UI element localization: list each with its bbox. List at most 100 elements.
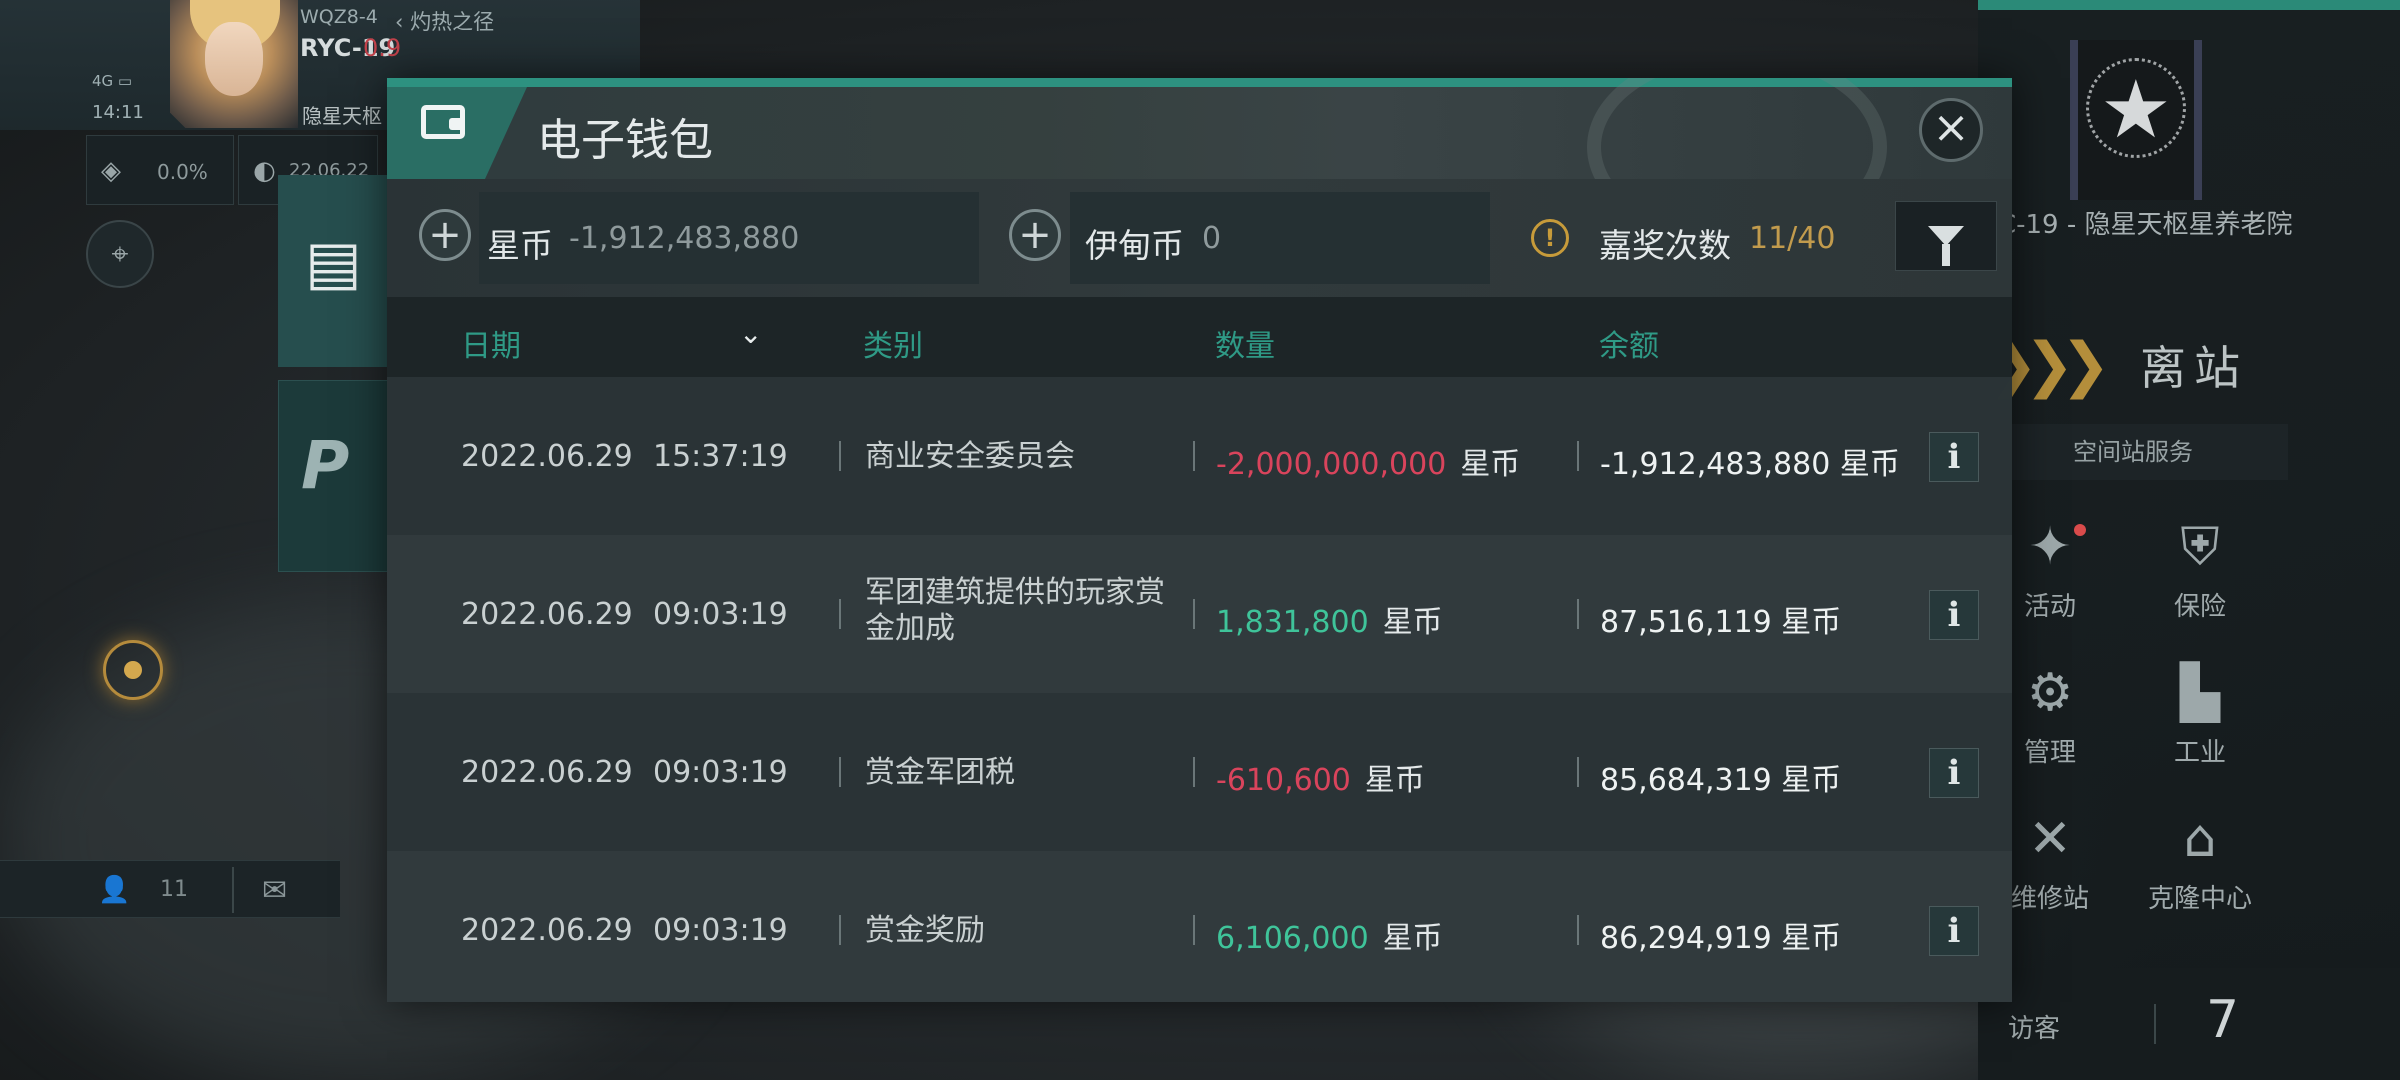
- star-coin-label: 星币: [487, 226, 553, 265]
- row-amount: 6,106,000 星币: [1216, 913, 1443, 957]
- bounty-count-value: 11/40: [1749, 221, 1836, 256]
- column-amount[interactable]: 数量: [1215, 321, 1275, 365]
- services-header: 空间站服务: [1978, 424, 2288, 480]
- factory-icon: ▙: [2180, 663, 2220, 723]
- visitors-bar[interactable]: 访客 7: [1978, 968, 2400, 1080]
- row-category: 赏金军团税: [865, 755, 1015, 790]
- table-row[interactable]: 2022.06.29 15:37:19 商业安全委员会 -2,000,000,0…: [387, 377, 2012, 535]
- clone-icon: ⌂: [2183, 809, 2217, 869]
- service-label: 工业: [2173, 738, 2226, 768]
- divider: [1577, 441, 1579, 471]
- portrait-face: [205, 22, 263, 96]
- plex-icon: P: [301, 427, 350, 504]
- orb-icon[interactable]: [103, 640, 163, 700]
- add-star-coin-button[interactable]: +: [419, 209, 471, 261]
- divider: [1193, 441, 1195, 471]
- security-status: 0.9: [363, 34, 402, 62]
- service-label: 保险: [2173, 592, 2226, 622]
- cargo-value: 0.0%: [157, 160, 208, 184]
- mail-icon[interactable]: ✉: [262, 873, 287, 908]
- planet-icon: ◐: [253, 156, 276, 186]
- eden-coin-value: 0: [1202, 221, 1222, 256]
- service-industry[interactable]: ▙ 工业: [2140, 658, 2260, 769]
- add-eden-coin-button[interactable]: +: [1009, 209, 1061, 261]
- row-time: 09:03:19: [653, 597, 788, 632]
- amount-unit: 星币: [1382, 921, 1443, 956]
- player-count: 11: [160, 877, 188, 902]
- divider: [1193, 757, 1195, 787]
- document-icon: ▤: [305, 228, 362, 298]
- wallet-window: 电子钱包 × + 星币 -1,912,483,880 + 伊甸币 0 ! 嘉奖次…: [387, 78, 2012, 1002]
- route-name[interactable]: 灼热之径: [395, 6, 494, 36]
- table-header: 日期 ⌄ 类别 数量 余额: [387, 297, 2012, 377]
- row-date: 2022.06.29: [461, 913, 633, 948]
- filter-button[interactable]: [1895, 201, 1997, 271]
- system-code[interactable]: WQZ8-4: [300, 6, 378, 28]
- cargo-icon: ◈: [101, 156, 121, 186]
- people-icon[interactable]: 👤: [98, 875, 130, 905]
- divider: [1193, 915, 1195, 945]
- tab-records[interactable]: ▤: [278, 175, 388, 367]
- visitors-label: 访客: [2008, 1014, 2061, 1044]
- info-button[interactable]: i: [1929, 590, 1979, 640]
- network-status: 4G ▭: [92, 72, 133, 90]
- hud-stat-cargo[interactable]: ◈ 0.0%: [86, 135, 234, 205]
- row-amount: -610,600 星币: [1216, 755, 1425, 799]
- info-button[interactable]: i: [1929, 748, 1979, 798]
- row-balance: -1,912,483,880 星币: [1600, 447, 1900, 482]
- bottom-left-bar: 👤 11 ✉: [0, 860, 340, 918]
- map-pin-icon[interactable]: ⌖: [86, 220, 154, 288]
- amount-value: 6,106,000: [1216, 921, 1369, 956]
- row-balance: 86,294,919 星币: [1600, 921, 1842, 956]
- divider: [839, 441, 841, 471]
- service-clone[interactable]: ⌂ 克隆中心: [2140, 804, 2260, 915]
- sort-chevron-icon[interactable]: ⌄: [739, 317, 762, 350]
- column-category[interactable]: 类别: [863, 321, 923, 365]
- tab-plex[interactable]: P: [278, 380, 388, 572]
- row-time: 09:03:19: [653, 755, 788, 790]
- amount-unit: 星币: [1364, 763, 1425, 798]
- station-name: YC-19 - 隐星天枢星养老院: [1983, 210, 2293, 240]
- wallet-icon: [421, 105, 465, 139]
- star-coin-value: -1,912,483,880: [569, 221, 800, 256]
- column-date[interactable]: 日期: [461, 321, 521, 365]
- row-category: 军团建筑提供的玩家赏金加成: [865, 575, 1165, 646]
- row-balance: 87,516,119 星币: [1600, 605, 1842, 640]
- info-button[interactable]: i: [1929, 432, 1979, 482]
- notification-dot: [2074, 524, 2086, 536]
- table-row[interactable]: 2022.06.29 09:03:19 军团建筑提供的玩家赏金加成 1,831,…: [387, 535, 2012, 693]
- row-date: 2022.06.29: [461, 755, 633, 790]
- divider: [2154, 1004, 2156, 1044]
- divider: [1577, 599, 1579, 629]
- clock: 14:11: [92, 102, 144, 123]
- warning-icon[interactable]: !: [1531, 219, 1569, 257]
- row-date: 2022.06.29: [461, 597, 633, 632]
- row-balance: 85,684,319 星币: [1600, 763, 1842, 798]
- bounty-count-label: 嘉奖次数: [1599, 226, 1731, 265]
- table-row[interactable]: 2022.06.29 09:03:19 赏金军团税 -610,600 星币 85,…: [387, 693, 2012, 851]
- station-emblem: ★: [2070, 40, 2202, 200]
- depart-button[interactable]: ❯❯❯ 离站: [1988, 320, 2390, 400]
- table-row[interactable]: 2022.06.29 09:03:19 赏金奖励 6,106,000 星币 86,…: [387, 851, 2012, 1002]
- divider: [232, 867, 234, 913]
- eden-coin-label: 伊甸币: [1085, 226, 1184, 265]
- accent-line: [1978, 0, 2400, 10]
- divider: [1193, 599, 1195, 629]
- row-amount: -2,000,000,000 星币: [1216, 439, 1520, 483]
- service-label: 克隆中心: [2147, 884, 2252, 914]
- balance-bar: + 星币 -1,912,483,880 + 伊甸币 0 ! 嘉奖次数 11/40: [387, 179, 2012, 297]
- service-insurance[interactable]: ⛨ 保险: [2140, 512, 2260, 623]
- wallet-title: 电子钱包: [537, 115, 713, 166]
- column-balance[interactable]: 余额: [1599, 321, 1659, 365]
- amount-value: 1,831,800: [1216, 605, 1369, 640]
- info-button[interactable]: i: [1929, 906, 1979, 956]
- star-icon: ★: [2100, 63, 2172, 156]
- close-button[interactable]: ×: [1919, 98, 1983, 162]
- row-category: 商业安全委员会: [865, 439, 1075, 474]
- divider: [839, 599, 841, 629]
- insurance-icon: ⛨: [2180, 517, 2220, 577]
- station-short-name: 隐星天枢: [302, 104, 382, 128]
- amount-unit: 星币: [1382, 605, 1443, 640]
- filter-icon: [1928, 226, 1964, 266]
- station-panel: ★ YC-19 - 隐星天枢星养老院 ❯❯❯ 离站 空间站服务 ✦ 活动 ⛨ 保…: [1978, 0, 2400, 1080]
